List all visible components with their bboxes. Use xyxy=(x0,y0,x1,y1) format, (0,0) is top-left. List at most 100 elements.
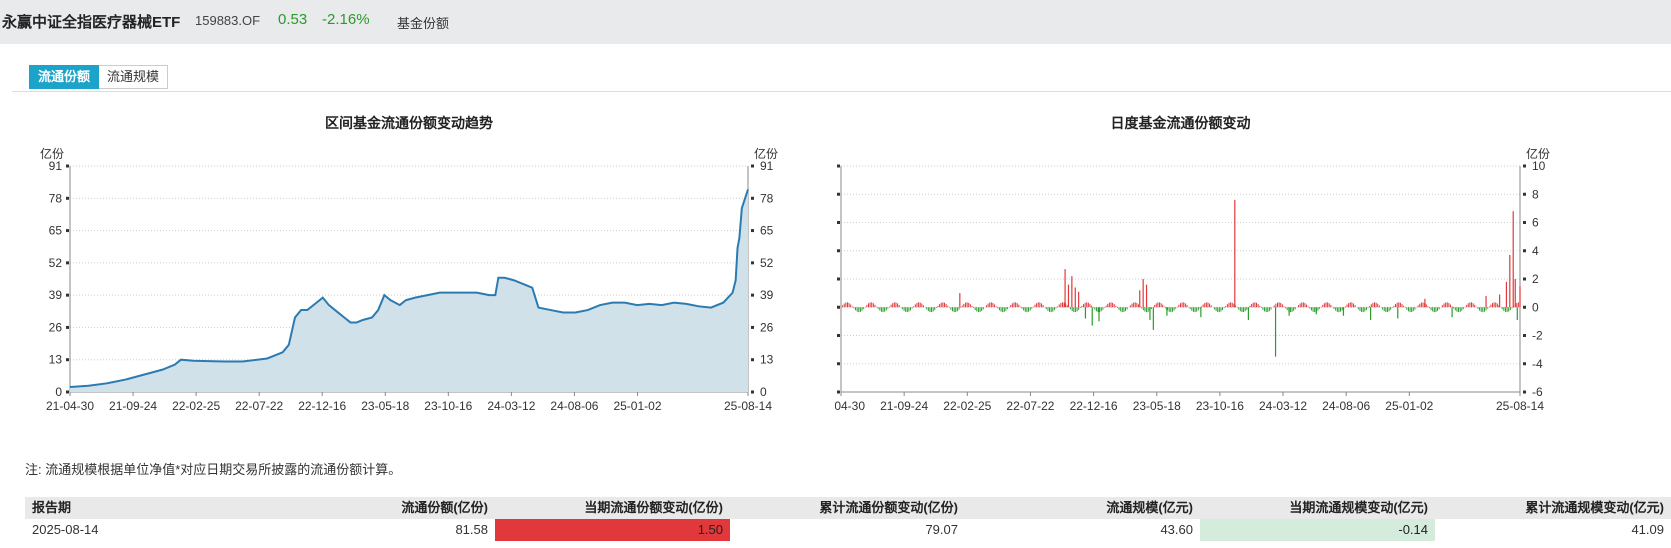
daily-ytick-right: 4 xyxy=(1532,244,1539,258)
daily-ytick-marker-left xyxy=(837,305,840,309)
trend-xtick: 22-02-25 xyxy=(172,399,220,413)
trend-ytick-right: 78 xyxy=(760,191,774,205)
table-header: 报告期 流通份额(亿份) 当期流通份额变动(亿份) 累计流通份额变动(亿份) 流… xyxy=(25,497,1671,519)
daily-ytick-marker-right xyxy=(1523,390,1526,394)
daily-ytick-marker-right xyxy=(1523,362,1526,366)
header-period-share-change: 当期流通份额变动(亿份) xyxy=(584,500,723,515)
chart-trend: 区间基金流通份额变动趋势亿份 亿份0 013 1326 2639 3952 5265 6578… xyxy=(40,115,778,413)
daily-xtick: 24-08-06 xyxy=(1322,399,1370,413)
fund-price: 0.53 xyxy=(278,11,308,28)
fund-code: 159883.OF xyxy=(195,13,261,28)
table-row: 2025-08-14 81.58 1.50 79.07 43.60 -0.14 … xyxy=(25,519,1671,541)
trend-xtick: 21-04-30 xyxy=(46,399,94,413)
daily-ytick-marker-right xyxy=(1523,249,1526,253)
trend-xtick: 25-08-14 xyxy=(724,399,772,413)
trend-ytick-left: 78 xyxy=(49,191,63,205)
daily-ytick-right: 0 xyxy=(1532,300,1539,314)
daily-ytick-marker-left xyxy=(837,164,840,168)
trend-ytick-marker-right xyxy=(751,390,754,394)
trend-ytick-right: 13 xyxy=(760,353,774,367)
daily-xtick: 23-05-18 xyxy=(1133,399,1181,413)
data-table: 报告期 流通份额(亿份) 当期流通份额变动(亿份) 累计流通份额变动(亿份) 流… xyxy=(25,497,1671,541)
daily-xtick: 22-02-25 xyxy=(943,399,991,413)
trend-ytick-marker-left xyxy=(66,229,69,233)
footnote: 注: 流通规模根据单位净值*对应日期交易所披露的流通份额计算。 xyxy=(25,462,402,477)
trend-xtick: 23-05-18 xyxy=(361,399,409,413)
daily-ytick-marker-left xyxy=(837,221,840,224)
trend-ytick-right: 52 xyxy=(760,256,774,270)
trend-ytick-left: 13 xyxy=(49,353,63,367)
trend-xtick: 25-01-02 xyxy=(613,399,661,413)
header-scale: 流通规模(亿元) xyxy=(1106,500,1193,515)
cell-cumulative-share-change: 79.07 xyxy=(925,522,958,537)
daily-title: 日度基金流通份额变动 xyxy=(1111,115,1251,131)
trend-ytick-right: 26 xyxy=(760,320,774,334)
header-report-period: 报告期 xyxy=(32,500,72,515)
trend-ytick-marker-right xyxy=(751,196,754,200)
header-period-scale-change: 当期流通规模变动(亿元) xyxy=(1289,500,1428,515)
trend-xtick: 24-03-12 xyxy=(487,399,535,413)
fund-name: 永赢中证全指医疗器械ETF xyxy=(2,14,181,31)
trend-ytick-right: 65 xyxy=(760,224,774,238)
daily-ytick-marker-left xyxy=(837,277,840,281)
daily-xtick: 25-08-14 xyxy=(1496,399,1544,413)
tab-bar: 流通份额 流通规模 xyxy=(29,65,169,89)
daily-xtick: 25-01-02 xyxy=(1385,399,1433,413)
trend-ytick-marker-right xyxy=(751,325,754,329)
trend-ytick-right: 39 xyxy=(760,288,774,302)
trend-ytick-marker-left xyxy=(66,196,69,200)
daily-ytick-marker-left xyxy=(837,390,840,394)
fund-share-label[interactable]: 基金份额 xyxy=(397,13,449,32)
trend-ytick-marker-right xyxy=(751,164,754,168)
daily-ytick-marker-right xyxy=(1523,221,1526,224)
daily-xtick: 22-07-22 xyxy=(1006,399,1054,413)
trend-ytick-left: 91 xyxy=(49,159,63,173)
daily-ytick-marker-right xyxy=(1523,192,1526,196)
trend-ytick-marker-left xyxy=(66,293,69,297)
trend-ytick-right: 91 xyxy=(760,159,774,173)
trend-xtick: 22-07-22 xyxy=(235,399,283,413)
trend-ytick-left: 0 xyxy=(55,385,62,399)
trend-xtick: 21-09-24 xyxy=(109,399,157,413)
daily-ytick-right: 10 xyxy=(1532,159,1546,173)
trend-xtick: 24-08-06 xyxy=(550,399,598,413)
daily-ytick-marker-left xyxy=(837,334,840,337)
cell-period-scale-change: -0.14 xyxy=(1200,519,1435,541)
trend-ytick-left: 52 xyxy=(49,256,63,270)
daily-ytick-right: -2 xyxy=(1532,329,1543,343)
tab-divider xyxy=(12,91,1671,92)
cell-period-share-change: 1.50 xyxy=(495,519,730,541)
daily-ytick-right: 8 xyxy=(1532,187,1539,201)
chart-daily-change: 日度基金流通份额变动亿份亿份-6-6-4-4-2-200224466881010… xyxy=(835,115,1550,413)
trend-ytick-marker-left xyxy=(66,358,69,362)
trend-ytick-left: 65 xyxy=(49,224,63,238)
tab-circulating-scale[interactable]: 流通规模 xyxy=(99,65,169,89)
daily-ytick-marker-right xyxy=(1523,305,1526,309)
cell-shares: 81.58 xyxy=(455,522,488,537)
trend-ytick-right: 0 xyxy=(760,385,767,399)
daily-ytick-right: 6 xyxy=(1532,216,1539,230)
daily-xtick: 22-12-16 xyxy=(1070,399,1118,413)
daily-ytick-right: -6 xyxy=(1532,385,1543,399)
daily-ytick-right: -4 xyxy=(1532,357,1543,371)
tab-circulating-shares[interactable]: 流通份额 xyxy=(29,65,100,89)
trend-ytick-marker-right xyxy=(751,293,754,297)
fund-change: -2.16% xyxy=(322,11,370,28)
header-cumulative-scale-change: 累计流通规模变动(亿元) xyxy=(1525,500,1664,515)
cell-scale: 43.60 xyxy=(1160,522,1193,537)
daily-ytick-marker-right xyxy=(1523,164,1526,168)
header-shares: 流通份额(亿份) xyxy=(401,500,488,515)
daily-xtick: 23-10-16 xyxy=(1196,399,1244,413)
daily-ytick-marker-left xyxy=(837,249,840,253)
trend-area xyxy=(70,189,748,392)
daily-xtick: 21-09-24 xyxy=(880,399,928,413)
top-bar: 永赢中证全指医疗器械ETF 159883.OF 0.53 -2.16% 基金份额 xyxy=(0,0,1671,44)
trend-ytick-marker-right xyxy=(751,358,754,362)
trend-ytick-marker-left xyxy=(66,390,69,394)
cell-report-period: 2025-08-14 xyxy=(32,522,99,537)
trend-xtick: 22-12-16 xyxy=(298,399,346,413)
header-cumulative-share-change: 累计流通份额变动(亿份) xyxy=(819,500,958,515)
trend-ytick-marker-left xyxy=(66,325,69,329)
daily-ytick-marker-left xyxy=(837,192,840,196)
trend-title: 区间基金流通份额变动趋势 xyxy=(325,115,493,131)
